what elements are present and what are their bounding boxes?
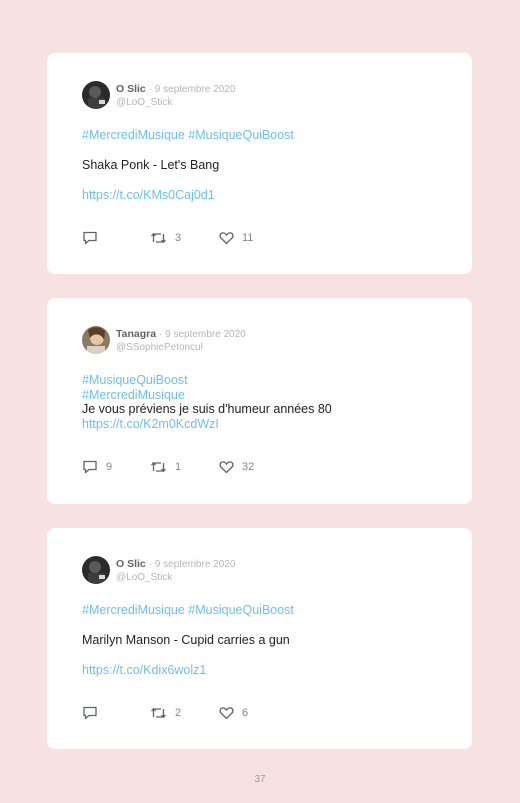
like-button[interactable]: 11: [219, 230, 253, 246]
retweet-button[interactable]: 3: [150, 230, 181, 246]
reply-icon: [83, 706, 97, 720]
tweet-meta: O Slic · 9 septembre 2020 @LoO_Stick: [116, 83, 235, 109]
tweet-meta: O Slic · 9 septembre 2020 @LoO_Stick: [116, 558, 235, 584]
like-count: 6: [242, 707, 249, 719]
retweet-icon: [151, 232, 166, 244]
heart-icon: [219, 232, 234, 245]
author-handle[interactable]: @SSophiePetoncul: [116, 341, 246, 354]
author-name[interactable]: O Slic: [116, 558, 146, 570]
retweet-count: 1: [175, 461, 182, 473]
tweet-text: Shaka Ponk - Let's Bang: [82, 158, 220, 172]
retweet-icon: [151, 461, 166, 473]
tweet-card[interactable]: O Slic · 9 septembre 2020 @LoO_Stick #Me…: [47, 528, 472, 749]
heart-icon: [219, 707, 234, 720]
author-name[interactable]: O Slic: [116, 83, 146, 95]
reply-count: 9: [106, 461, 113, 473]
like-button[interactable]: 6: [219, 705, 248, 721]
tweet-card[interactable]: O Slic · 9 septembre 2020 @LoO_Stick #Me…: [47, 53, 472, 274]
avatar[interactable]: [82, 81, 110, 109]
tweet-actions: 9 1 32: [82, 459, 382, 475]
author-handle[interactable]: @LoO_Stick: [116, 96, 235, 109]
tweet-link[interactable]: https://t.co/K2m0KcdWzI: [82, 417, 452, 432]
tweet-text: Marilyn Manson - Cupid carries a gun: [82, 633, 290, 647]
name-line: O Slic · 9 septembre 2020: [116, 83, 235, 96]
retweet-count: 3: [175, 232, 182, 244]
reply-button[interactable]: 9: [82, 459, 112, 475]
avatar[interactable]: [82, 326, 110, 354]
tweet-hashtag[interactable]: #MercrediMusique: [82, 388, 452, 403]
tweet-hashtag[interactable]: #MusiqueQuiBoost: [82, 373, 452, 388]
tweet-hashtags[interactable]: #MercrediMusique #MusiqueQuiBoost: [82, 128, 452, 143]
retweet-button[interactable]: 2: [150, 705, 181, 721]
retweet-count: 2: [175, 707, 182, 719]
author-handle[interactable]: @LoO_Stick: [116, 571, 235, 584]
reply-button[interactable]: [82, 705, 106, 721]
tweet-meta: Tanagra · 9 septembre 2020 @SSophiePeton…: [116, 328, 246, 354]
name-line: Tanagra · 9 septembre 2020: [116, 328, 246, 341]
reply-icon: [83, 231, 97, 245]
reply-icon: [83, 460, 97, 474]
retweet-icon: [151, 707, 166, 719]
like-count: 11: [242, 232, 254, 244]
tweet-date: · 9 septembre 2020: [148, 84, 236, 95]
heart-icon: [219, 461, 234, 474]
tweet-card[interactable]: Tanagra · 9 septembre 2020 @SSophiePeton…: [47, 298, 472, 504]
tweet-text: Je vous préviens je suis d'humeur années…: [82, 402, 332, 416]
like-count: 32: [242, 461, 255, 473]
tweet-actions: 3 11: [82, 230, 382, 246]
tweet-link[interactable]: https://t.co/Kdix6wolz1: [82, 663, 452, 678]
tweet-actions: 2 6: [82, 705, 382, 721]
page-number: 37: [254, 774, 266, 785]
avatar[interactable]: [82, 556, 110, 584]
tweet-date: · 9 septembre 2020: [148, 559, 236, 570]
reply-button[interactable]: [82, 230, 106, 246]
name-line: O Slic · 9 septembre 2020: [116, 558, 235, 571]
like-button[interactable]: 32: [219, 459, 254, 475]
retweet-button[interactable]: 1: [150, 459, 181, 475]
tweet-hashtags[interactable]: #MercrediMusique #MusiqueQuiBoost: [82, 603, 452, 618]
tweet-date: · 9 septembre 2020: [159, 329, 246, 340]
author-name[interactable]: Tanagra: [116, 328, 156, 340]
tweet-link[interactable]: https://t.co/KMs0Caj0d1: [82, 188, 452, 203]
